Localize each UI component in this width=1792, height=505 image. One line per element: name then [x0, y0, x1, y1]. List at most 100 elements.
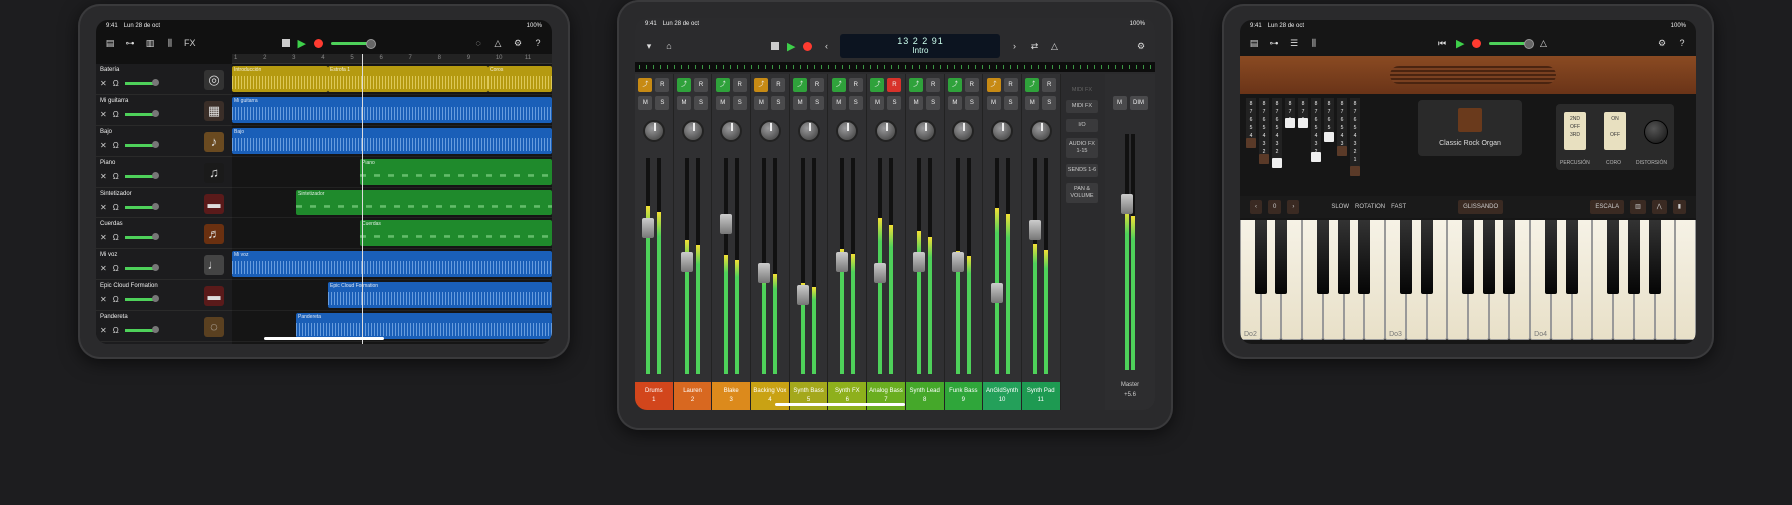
metronome-icon[interactable]: △	[1537, 37, 1549, 49]
drawbar-handle[interactable]	[1311, 152, 1321, 162]
track-volume-slider[interactable]	[124, 171, 159, 179]
arpeggiator-icon[interactable]: ⋀	[1651, 200, 1667, 214]
record-enable-button[interactable]: R	[810, 78, 825, 92]
track-lane[interactable]: Mi guitarra	[232, 95, 552, 126]
record-enable-button[interactable]: R	[655, 78, 670, 92]
drawbar-handle[interactable]	[1259, 154, 1269, 164]
solo-button[interactable]: S	[810, 96, 825, 110]
sustain-icon[interactable]: ▮	[1672, 200, 1686, 214]
volume-fader[interactable]	[642, 217, 655, 238]
record-enable-button[interactable]: R	[964, 78, 979, 92]
black-key[interactable]	[1399, 220, 1412, 294]
inbox-icon[interactable]: ⌂	[663, 40, 675, 52]
octave-up-button[interactable]: ›	[1287, 200, 1300, 214]
scale-button[interactable]: ESCALA	[1590, 200, 1625, 214]
timeline-ruler[interactable]: 1 2 3 4 5 6 7 8 9 10 11	[232, 54, 552, 64]
mute-icon[interactable]: ✕	[100, 326, 107, 335]
region-audio[interactable]: Coros	[488, 66, 552, 92]
solo-button[interactable]: S	[694, 96, 709, 110]
mute-button[interactable]: M	[638, 96, 653, 110]
tracks-icon[interactable]: ☰	[1288, 37, 1300, 49]
channel-label[interactable]: AnGldSynth 10	[983, 382, 1021, 410]
stop-button[interactable]	[771, 42, 779, 50]
track-volume-slider[interactable]	[124, 202, 159, 210]
record-enable-button[interactable]: R	[771, 78, 786, 92]
my-songs-icon[interactable]: ▤	[1248, 37, 1260, 49]
inspector-button[interactable]: SENDS 1-6	[1066, 164, 1098, 177]
black-key[interactable]	[1337, 220, 1350, 294]
black-key[interactable]	[1627, 220, 1640, 294]
record-enable-button[interactable]: R	[887, 78, 902, 92]
percussion-switch[interactable]: 2ND OFF 3RD	[1564, 112, 1586, 150]
drawbar-handle[interactable]	[1272, 158, 1282, 168]
mixer-controls-icon[interactable]: ⫼	[164, 37, 176, 49]
master-fader[interactable]	[1121, 194, 1133, 214]
master-volume-slider[interactable]	[1489, 38, 1535, 49]
region-audio[interactable]: Introducción	[232, 66, 328, 92]
headphones-icon[interactable]: Ω	[113, 326, 119, 335]
channel-label[interactable]: Blake 3	[712, 382, 751, 410]
drawbar[interactable]: 8 7 6 5 4 3 2 1	[1350, 98, 1360, 176]
settings-icon[interactable]: ⚙	[512, 37, 524, 49]
inspector-button[interactable]: MIDI FX	[1066, 100, 1098, 113]
record-button[interactable]	[1472, 38, 1482, 48]
automation-icon[interactable]: ⤴	[986, 78, 1001, 92]
mute-icon[interactable]: ✕	[100, 172, 107, 181]
track-lane[interactable]: Sintetizador	[232, 188, 552, 219]
pan-knob[interactable]	[681, 120, 704, 142]
track-header[interactable]: Epic Cloud Formation ✕ Ω ▬	[96, 280, 232, 312]
cycle-icon[interactable]: ⇄	[1028, 40, 1040, 52]
automation-icon[interactable]: ⤴	[909, 78, 924, 92]
preset-display[interactable]: Classic Rock Organ	[1418, 100, 1522, 156]
drawbar-handle[interactable]	[1324, 132, 1334, 142]
headphones-icon[interactable]: Ω	[113, 233, 119, 242]
play-button[interactable]: ▶	[298, 37, 306, 50]
metronome-icon[interactable]: △	[1048, 40, 1060, 52]
octave-down-button[interactable]: ‹	[1250, 200, 1262, 214]
track-volume-slider[interactable]	[124, 79, 159, 86]
black-key[interactable]	[1316, 220, 1329, 294]
rotation-label[interactable]: ROTATION	[1355, 204, 1385, 210]
black-key[interactable]	[1648, 220, 1661, 294]
play-button[interactable]: ▶	[787, 40, 795, 53]
headphones-icon[interactable]: Ω	[113, 79, 119, 88]
track-lane[interactable]: Piano	[232, 157, 552, 188]
drawbar[interactable]: 8 7 6 5	[1324, 98, 1334, 142]
mute-button[interactable]: M	[715, 96, 730, 110]
automation-icon[interactable]: ⤴	[1025, 78, 1040, 92]
pan-knob[interactable]	[720, 120, 743, 142]
pan-knob[interactable]	[952, 120, 975, 142]
volume-fader[interactable]	[681, 252, 694, 273]
chorus-switch[interactable]: ON OFF	[1604, 112, 1626, 150]
channel-label[interactable]: Lauren 2	[673, 382, 712, 410]
solo-button[interactable]: S	[926, 96, 941, 110]
region-audio[interactable]: Estrofa 1	[328, 66, 488, 92]
pan-knob[interactable]	[758, 120, 781, 142]
master-mute-button[interactable]: M	[1112, 96, 1127, 110]
stop-button[interactable]	[281, 39, 290, 47]
track-header[interactable]: Piano ✕ Ω ♫	[96, 157, 232, 188]
automation-icon[interactable]: ⤴	[947, 78, 962, 92]
distortion-knob[interactable]	[1644, 120, 1668, 144]
black-key[interactable]	[1275, 220, 1288, 294]
drawbar-handle[interactable]	[1298, 118, 1308, 128]
track-lane[interactable]: Cuerdas	[232, 218, 552, 250]
track-volume-slider[interactable]	[124, 295, 159, 303]
record-enable-button[interactable]: R	[848, 78, 863, 92]
drawbar[interactable]: 8765432	[1311, 98, 1321, 162]
keyboard-icon[interactable]: ▥	[144, 37, 156, 49]
black-key[interactable]	[1607, 220, 1620, 294]
settings-icon[interactable]: ⚙	[1135, 40, 1147, 52]
track-lane[interactable]: Introducción Estrofa 1 Coros	[232, 64, 552, 95]
automation-icon[interactable]: ⤴	[793, 78, 808, 92]
track-header[interactable]: Mi guitarra ✕ Ω ▦	[96, 95, 232, 126]
automation-icon[interactable]: ⤴	[677, 78, 692, 92]
pan-knob[interactable]	[991, 120, 1014, 142]
mixer-controls-icon[interactable]: ⫼	[1308, 37, 1320, 49]
region-audio[interactable]: Mi voz	[232, 251, 552, 278]
pan-knob[interactable]	[1029, 120, 1052, 142]
lcd-display[interactable]: 13 2 2 91 Intro	[840, 34, 1001, 58]
channel-label[interactable]: Drums 1	[635, 382, 673, 410]
black-key[interactable]	[1358, 220, 1371, 294]
playhead[interactable]	[362, 54, 363, 344]
